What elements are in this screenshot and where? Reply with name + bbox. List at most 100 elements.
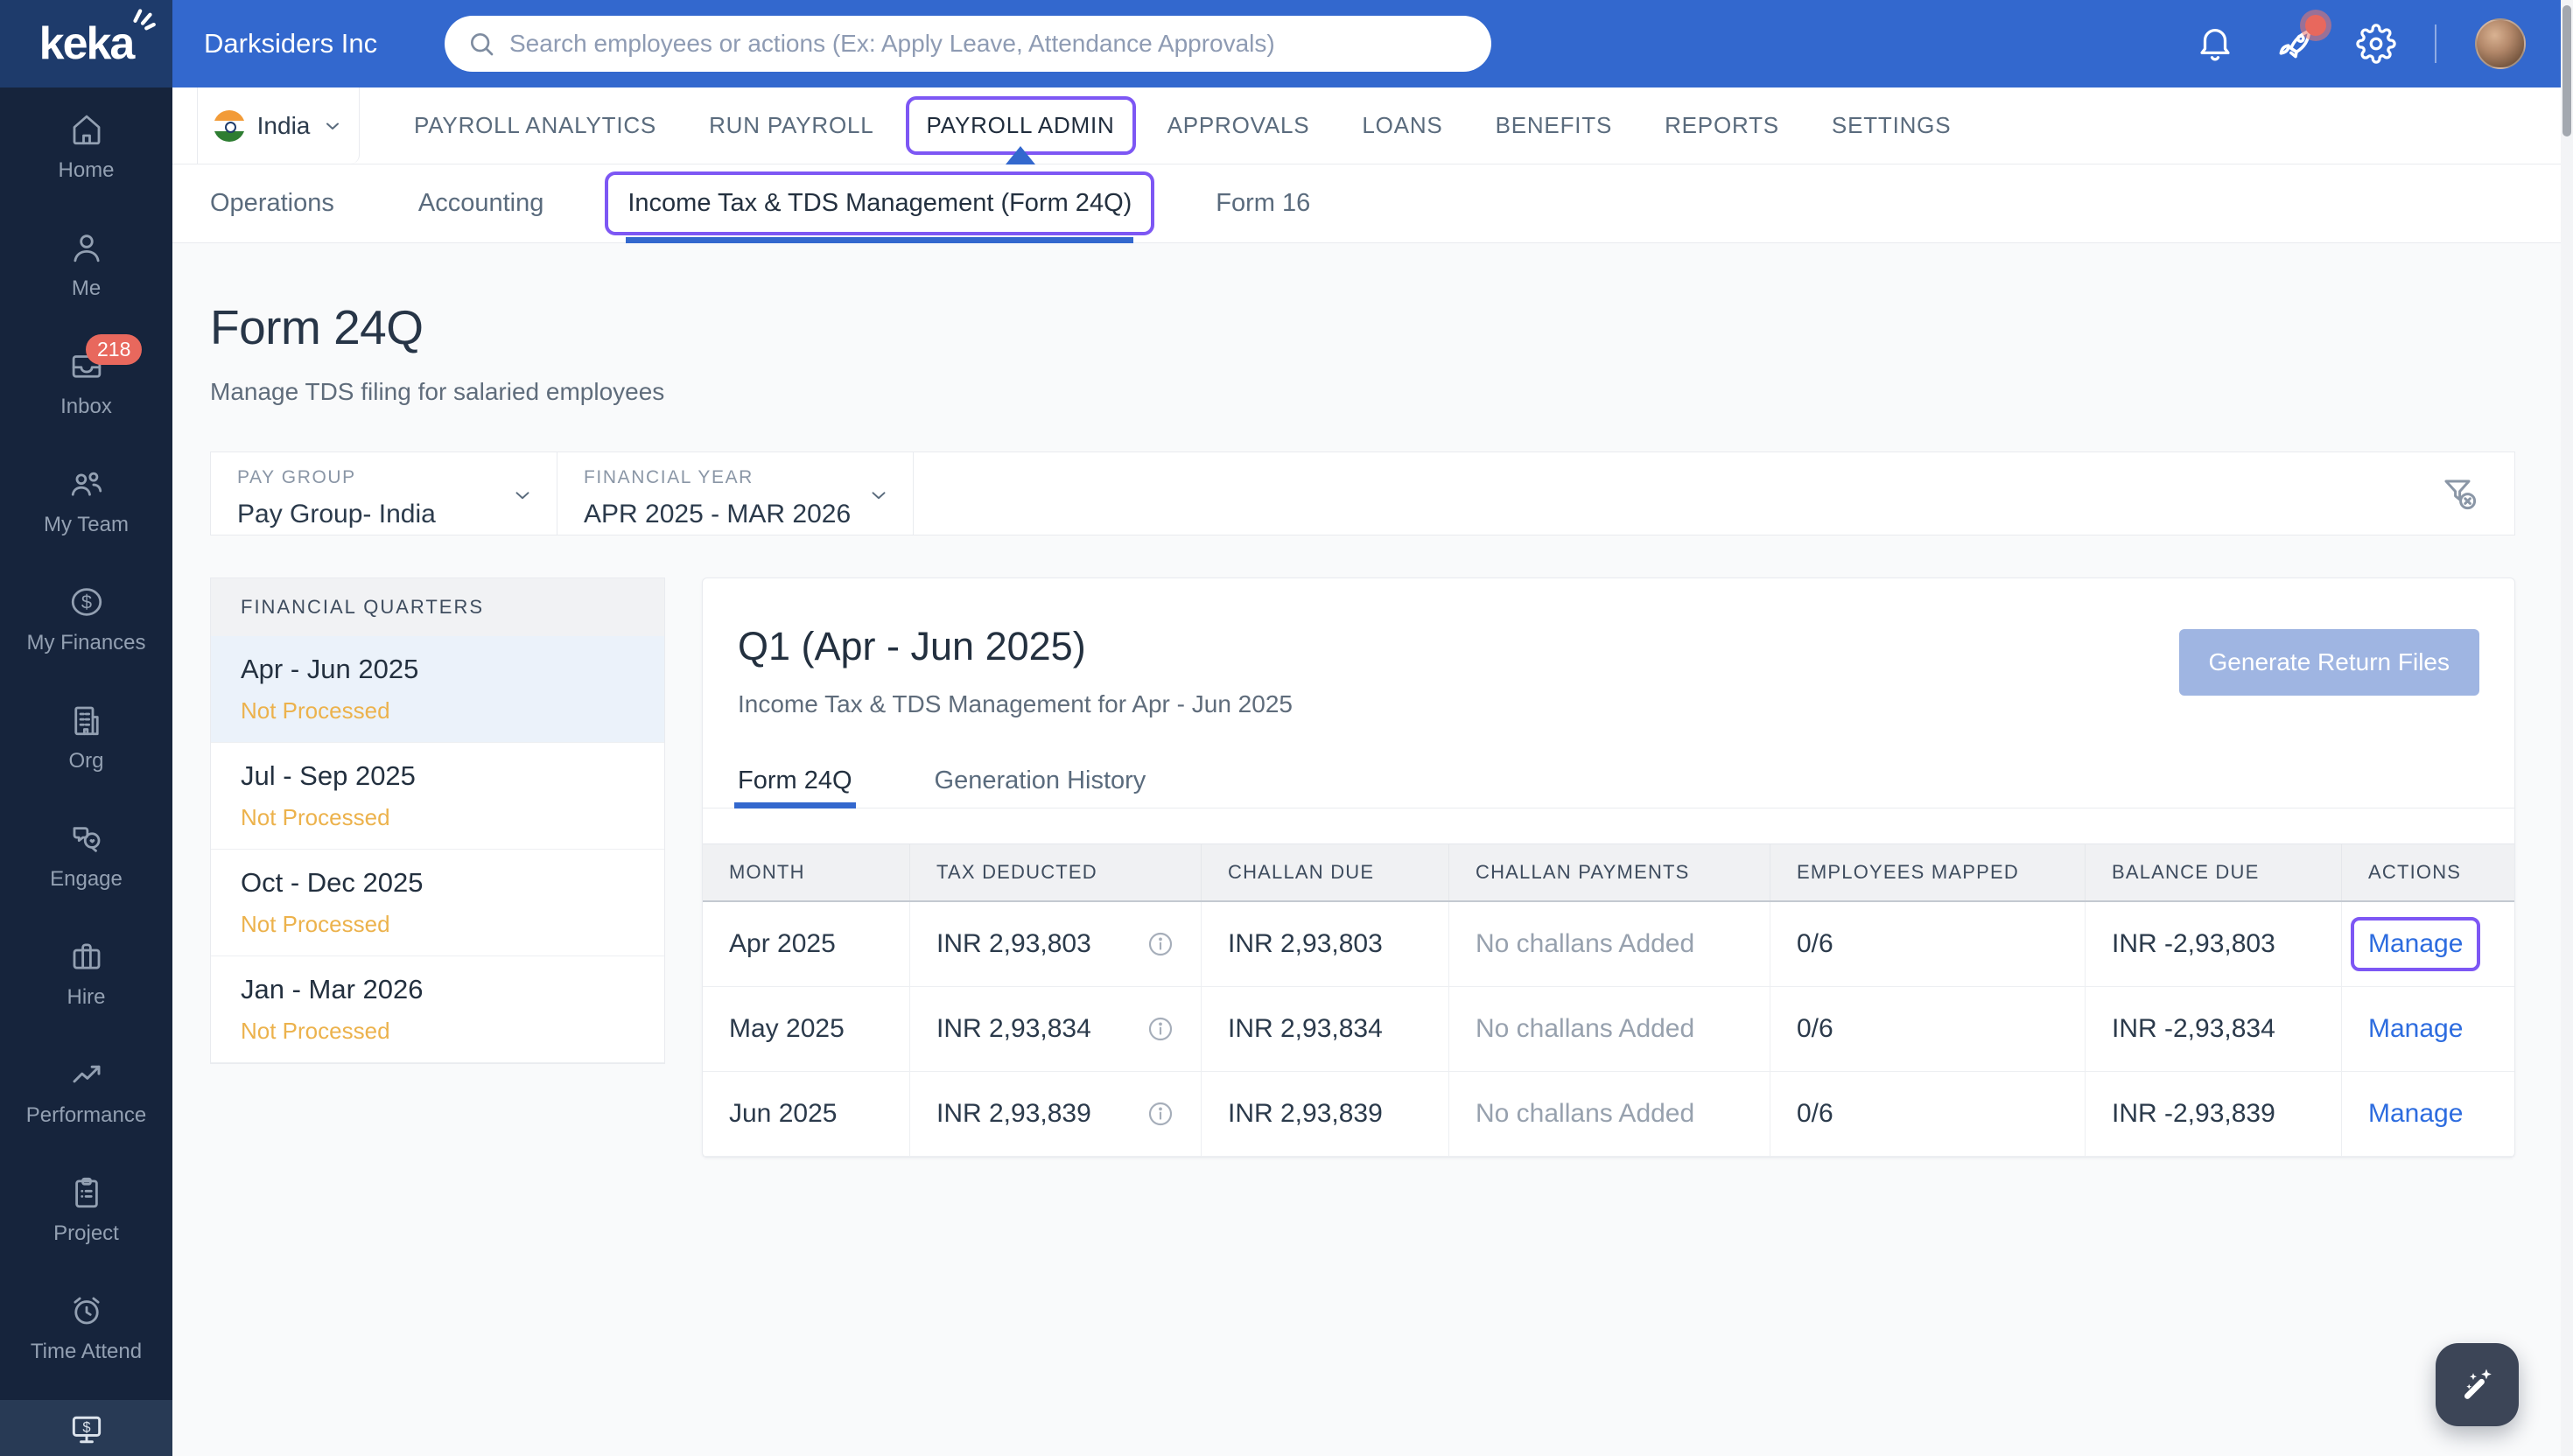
sidebar-item-my-finances[interactable]: $ My Finances	[0, 560, 172, 678]
tab-generation-history[interactable]: Generation History	[935, 753, 1146, 808]
cell-month: May 2025	[703, 987, 910, 1072]
nav-item-approvals[interactable]: APPROVALS	[1167, 88, 1310, 164]
sidebar-item-payroll[interactable]: $	[0, 1400, 172, 1456]
cell-month: Jun 2025	[703, 1072, 910, 1157]
col-header-challan-due: CHALLAN DUE	[1202, 844, 1449, 900]
dollar-circle-icon: $	[71, 587, 102, 616]
svg-text:$: $	[82, 1420, 90, 1436]
cell-employees-mapped: 0/6	[1770, 1072, 2086, 1157]
avatar[interactable]	[2475, 18, 2526, 69]
pay-group-value: Pay Group- India	[237, 500, 436, 528]
cell-challan-due: INR 2,93,839	[1202, 1072, 1449, 1157]
info-icon[interactable]	[1146, 1100, 1174, 1128]
nav-item-benefits[interactable]: BENEFITS	[1496, 88, 1613, 164]
magic-wand-icon	[2464, 1368, 2492, 1399]
sidebar-item-label: My Finances	[26, 630, 146, 654]
nav-item-loans[interactable]: LOANS	[1362, 88, 1442, 164]
sidebar-item-org[interactable]: Org	[0, 678, 172, 796]
nav-item-reports[interactable]: REPORTS	[1665, 88, 1779, 164]
sidebar-item-project[interactable]: Project	[0, 1151, 172, 1269]
trend-icon	[73, 1065, 100, 1082]
pay-group-filter[interactable]: PAY GROUP Pay Group- India	[211, 452, 557, 535]
financial-year-filter[interactable]: FINANCIAL YEAR APR 2025 - MAR 2026	[557, 452, 914, 535]
nav-item-settings[interactable]: SETTINGS	[1832, 88, 1951, 164]
cell-tax-deducted: INR 2,93,803	[910, 902, 1202, 987]
annotation-box-payroll-admin: PAYROLL ADMIN	[905, 96, 1136, 155]
info-icon[interactable]	[1146, 930, 1174, 958]
quarter-status: Not Processed	[241, 911, 390, 937]
sidebar-item-label: Project	[53, 1221, 119, 1245]
quarter-status: Not Processed	[241, 804, 390, 830]
sidebar-item-performance[interactable]: Performance	[0, 1032, 172, 1151]
quarter-detail-panel: Q1 (Apr - Jun 2025) Income Tax & TDS Man…	[702, 578, 2515, 1158]
scrollbar-thumb[interactable]	[2562, 5, 2571, 136]
tab-accounting[interactable]: Accounting	[418, 164, 544, 242]
cell-tax-deducted: INR 2,93,834	[910, 987, 1202, 1072]
quarter-item-q4[interactable]: Jan - Mar 2026 Not Processed	[211, 956, 664, 1063]
tab-income-tax-tds[interactable]: Income Tax & TDS Management (Form 24Q)	[605, 164, 1155, 243]
tab-form-16[interactable]: Form 16	[1216, 164, 1310, 242]
col-header-balance-due: BALANCE DUE	[2086, 844, 2342, 900]
magic-wand-fab[interactable]	[2436, 1343, 2519, 1426]
page-subtitle: Manage TDS filing for salaried employees	[210, 378, 665, 405]
nav-item-payroll-analytics[interactable]: PAYROLL ANALYTICS	[414, 88, 656, 164]
sidebar-item-engage[interactable]: Engage	[0, 796, 172, 914]
generate-return-files-button[interactable]: Generate Return Files	[2178, 629, 2479, 696]
cell-balance-due: INR -2,93,803	[2086, 902, 2342, 987]
sidebar-item-inbox[interactable]: 218 Inbox	[0, 324, 172, 442]
module-nav-bar: India PAYROLL ANALYTICS RUN PAYROLL PAYR…	[172, 88, 2573, 164]
sidebar-item-label: My Team	[44, 512, 129, 536]
header-divider	[2435, 24, 2436, 63]
gear-icon[interactable]	[2356, 24, 2396, 64]
global-search[interactable]	[445, 16, 1491, 72]
chat-icon	[73, 826, 100, 852]
pay-group-label: PAY GROUP	[237, 467, 356, 487]
nav-item-payroll-admin[interactable]: PAYROLL ADMIN	[905, 88, 1136, 164]
sidebar-item-hire[interactable]: Hire	[0, 914, 172, 1032]
cell-challan-payments: No challans Added	[1449, 1072, 1770, 1157]
quarter-subtitle: Income Tax & TDS Management for Apr - Ju…	[738, 690, 1293, 718]
sidebar-item-me[interactable]: Me	[0, 206, 172, 324]
tab-operations[interactable]: Operations	[210, 164, 334, 242]
country-selector-value: India	[256, 111, 311, 139]
sidebar-item-time-attend[interactable]: Time Attend	[0, 1269, 172, 1387]
info-icon[interactable]	[1146, 1015, 1174, 1043]
sidebar-item-my-team[interactable]: My Team	[0, 442, 172, 560]
page-scrollbar	[2561, 0, 2573, 1456]
form-24q-table: MONTH TAX DEDUCTED CHALLAN DUE CHALLAN P…	[703, 844, 2514, 1157]
cell-challan-due: INR 2,93,834	[1202, 987, 1449, 1072]
clear-filters-icon[interactable]	[2439, 472, 2481, 514]
financial-year-value: APR 2025 - MAR 2026	[584, 500, 852, 528]
quarter-item-q3[interactable]: Oct - Dec 2025 Not Processed	[211, 850, 664, 956]
rocket-icon[interactable]	[2274, 15, 2326, 66]
chevron-down-icon	[326, 122, 340, 130]
filter-bar: PAY GROUP Pay Group- India FINANCIAL YEA…	[210, 452, 2515, 536]
table-row: Jun 2025 INR 2,93,839 INR 2,93,839 No ch…	[703, 1072, 2514, 1157]
cell-challan-payments: No challans Added	[1449, 902, 1770, 987]
logo-container[interactable]: keka	[0, 0, 172, 88]
bell-icon[interactable]	[2195, 24, 2235, 64]
quarter-range: Jan - Mar 2026	[241, 974, 424, 1004]
sidebar-item-label: Me	[71, 276, 102, 300]
sidebar-item-label: Performance	[25, 1102, 147, 1127]
manage-link[interactable]: Manage	[2368, 1014, 2463, 1044]
sidebar-item-home[interactable]: Home	[0, 88, 172, 206]
quarter-item-q1[interactable]: Apr - Jun 2025 Not Processed	[211, 636, 664, 743]
section-tabs-bar: Operations Accounting Income Tax & TDS M…	[172, 164, 2573, 243]
financial-quarters-panel: FINANCIAL QUARTERS Apr - Jun 2025 Not Pr…	[210, 578, 665, 1064]
quarter-item-q2[interactable]: Jul - Sep 2025 Not Processed	[211, 743, 664, 850]
home-icon	[73, 115, 100, 144]
sidebar-item-label: Home	[58, 158, 115, 182]
nav-item-run-payroll[interactable]: RUN PAYROLL	[709, 88, 873, 164]
country-selector[interactable]: India	[197, 88, 360, 164]
table-header-row: MONTH TAX DEDUCTED CHALLAN DUE CHALLAN P…	[703, 844, 2514, 902]
search-input[interactable]	[509, 30, 1491, 58]
tab-form-24q[interactable]: Form 24Q	[734, 753, 856, 808]
india-flag-icon	[213, 109, 245, 142]
col-header-employees-mapped: EMPLOYEES MAPPED	[1770, 844, 2086, 900]
panel-tabs: Form 24Q Generation History	[703, 753, 2514, 808]
manage-link[interactable]: Manage	[2351, 917, 2481, 971]
manage-link[interactable]: Manage	[2368, 1099, 2463, 1129]
quarter-status: Not Processed	[241, 697, 390, 724]
briefcase-icon	[73, 942, 100, 970]
